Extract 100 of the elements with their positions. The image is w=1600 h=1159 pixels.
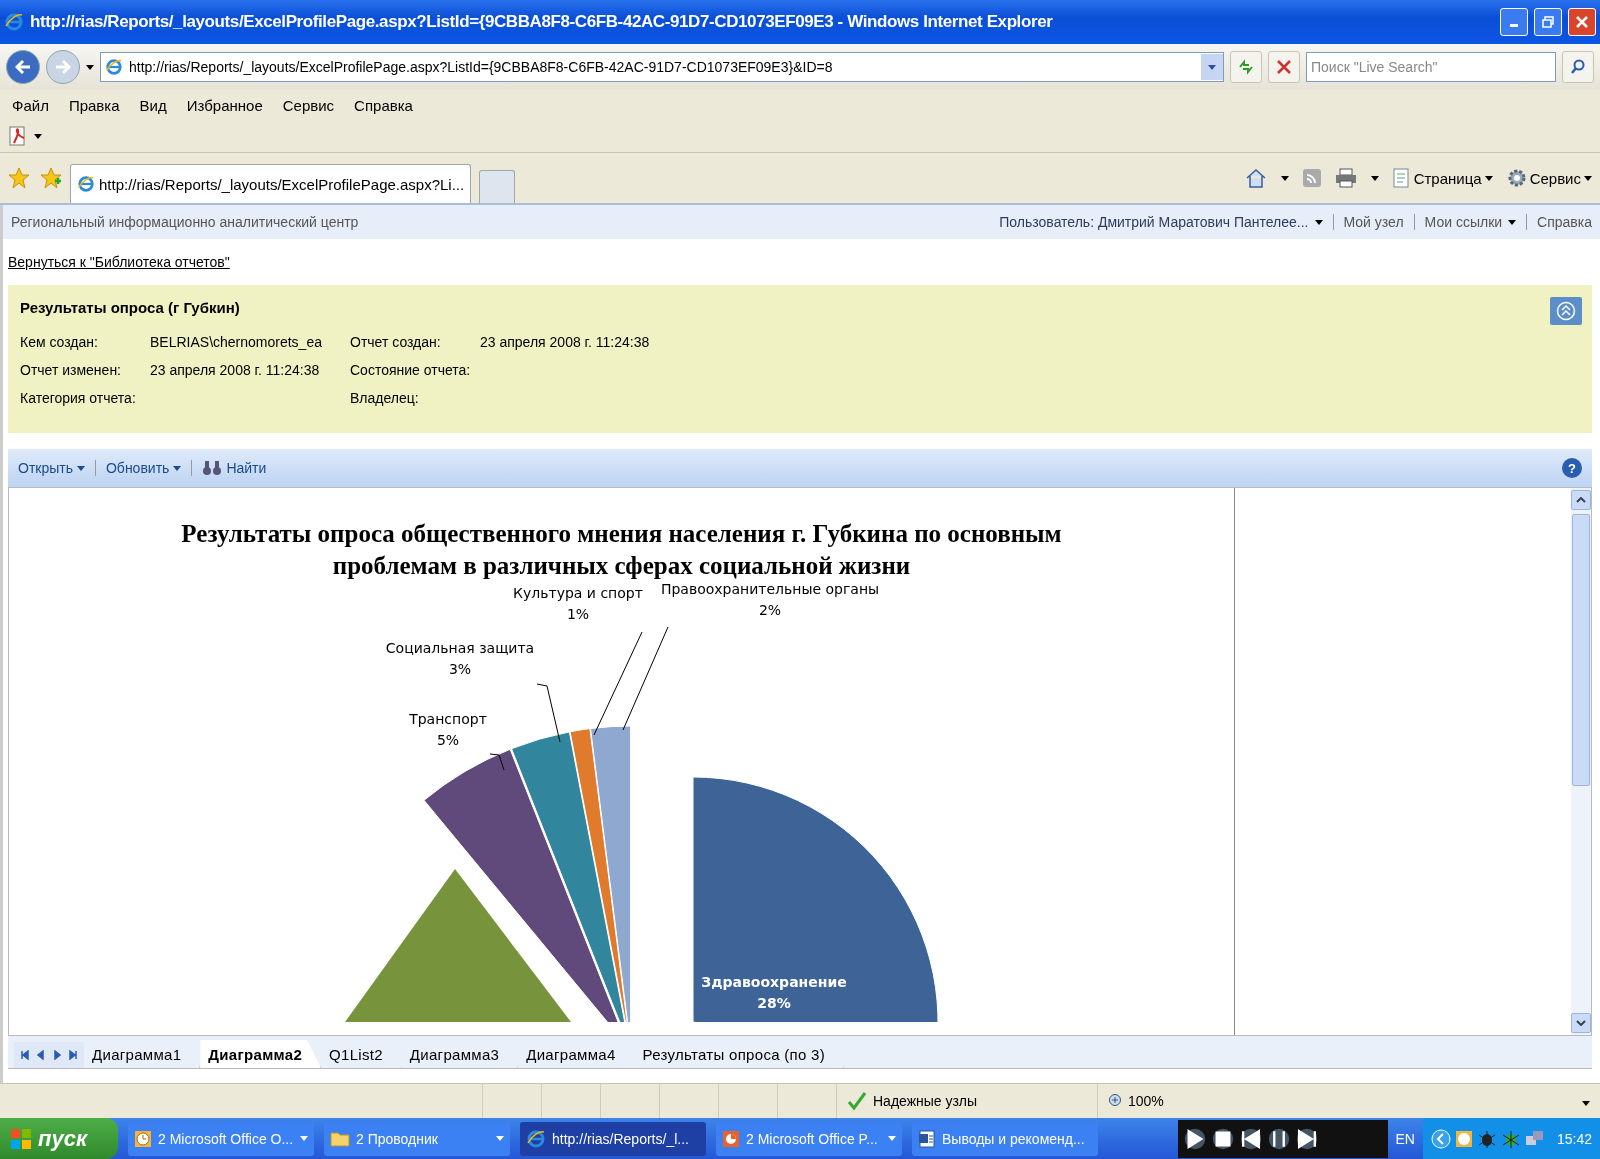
user-menu[interactable]: Пользователь: Дмитрий Маратович Пантелее... [999,214,1323,230]
slice-label: Транспорт [409,711,487,727]
menu-item[interactable]: Вид [139,96,167,114]
star-icon[interactable] [8,167,30,189]
close-button[interactable] [1568,8,1596,36]
printer-icon[interactable] [1334,168,1357,188]
toolbar-menu[interactable]: Найти [202,459,267,477]
toolbar-menu[interactable]: Обновить [106,460,182,476]
caret-icon [77,465,85,471]
top-link[interactable]: Мои ссылки [1424,214,1517,230]
caret-icon [34,133,42,139]
field-value: 23 апреля 2008 г. 11:24:38 [150,362,321,378]
slice-value: 1% [566,606,590,622]
sheet-nav-icon[interactable] [68,1050,78,1060]
caret-icon [496,1136,504,1141]
caret-icon [86,64,94,70]
top-link[interactable]: Мой узел [1343,214,1404,230]
collapse-button[interactable] [1550,297,1582,325]
folder-icon [330,1130,350,1147]
media-icon[interactable] [1239,1127,1262,1150]
leader-line [489,753,505,771]
caret-icon [1584,175,1592,181]
menu-item[interactable]: Избранное [186,96,263,114]
slice-label: Культура и спорт [513,585,643,601]
address-field[interactable]: http://rias/Reports/_layouts/ExcelProfilePage.aspx?ListId={9CBBA8F8-C6FB-42AC-91D7-CD1073EF09E3}&ID=8 [100,52,1224,82]
arrow-right-icon [55,60,71,74]
start-button[interactable]: пуск [0,1118,118,1159]
leader-line [536,683,561,743]
command-menu[interactable]: Страница [1392,168,1493,188]
taskbar-button[interactable]: Выводы и рекоменд... [912,1121,1098,1156]
restore-button[interactable] [1534,8,1562,36]
field-value: BELRIAS\chernomorets_ea [150,334,323,350]
browser-tab[interactable]: http://rias/Reports/_layouts/ExcelProfilePage.aspx?Li... [70,164,472,203]
caret-icon [1582,1101,1590,1106]
taskbar-button[interactable]: http://rias/Reports/_l... [520,1121,706,1156]
menu-item[interactable]: Файл [12,96,49,114]
field-label: Отчет изменен: [20,362,122,378]
search-field[interactable]: Поиск "Live Search" [1306,52,1556,82]
field-label: Состояние отчета: [350,362,472,378]
taskbar-button[interactable]: 2 Проводник [324,1121,510,1156]
help-button[interactable]: ? [1562,458,1582,478]
document-icon [918,1129,936,1148]
taskbar-button[interactable]: 2 Microsoft Office O... [128,1121,314,1156]
check-icon [847,1091,867,1111]
media-icon[interactable] [1183,1127,1206,1150]
caret-icon [1484,175,1493,181]
window-title: http://rias/Reports/_layouts/ExcelProfilePage.aspx?ListId={9CBBA8F8-C6FB-42AC-91D7-CD1073EF09E3 - Windows Internet Explorer [30,12,1054,32]
toolbar-menu[interactable]: Открыть [18,460,85,476]
binoculars-icon [202,459,223,477]
menu-item[interactable]: Сервис [282,96,335,114]
bug-icon[interactable] [1500,1129,1521,1148]
menu-item[interactable]: Справка [354,96,413,114]
page-icon [1392,168,1411,188]
sheet-nav-icon[interactable] [20,1050,30,1060]
minimize-button[interactable] [1500,8,1528,36]
media-icon[interactable] [1295,1127,1318,1150]
search-icon [1570,59,1586,75]
caret-icon [1370,175,1379,181]
top-link[interactable]: Справка [1537,214,1592,230]
media-icon[interactable] [1211,1127,1234,1150]
slice-value: 5% [436,732,460,748]
dropdown-button[interactable] [1201,54,1223,80]
close-icon [1277,60,1291,74]
home-icon[interactable] [1244,167,1267,189]
taskbar-button[interactable]: 2 Microsoft Office P... [716,1121,902,1156]
clock-icon [134,1129,152,1148]
field-label: Категория отчета: [20,390,137,406]
caret-icon [1280,175,1289,181]
sheet-tab[interactable]: Диаграмма2 [200,1040,322,1068]
scrollbar[interactable] [1571,488,1591,1035]
bug-icon[interactable] [1476,1129,1497,1148]
clock-icon[interactable] [1454,1129,1473,1148]
slice-value: 2% [758,602,782,618]
caret-icon [888,1136,896,1141]
refresh-icon [1237,59,1255,75]
media-controls[interactable] [1177,1119,1388,1158]
back-button[interactable] [6,50,40,84]
field-value: 23 апреля 2008 г. 11:24:38 [480,334,651,350]
language-indicator[interactable]: EN [1395,1130,1415,1147]
field-label: Владелец: [350,390,420,406]
e-logo-icon [77,175,95,193]
add-star-icon[interactable] [40,167,62,189]
report-title: Результаты опроса (г Губкин) [20,299,240,316]
menu-item[interactable]: Правка [68,96,120,114]
caret-icon [1508,219,1517,225]
chevron-down-icon [1576,1020,1586,1026]
chevron-icon[interactable] [1430,1128,1451,1149]
caret-icon [1314,219,1323,225]
chevron-up-icon [1576,497,1586,503]
arrow-left-icon [15,60,31,74]
media-icon[interactable] [1267,1127,1290,1150]
back-link[interactable]: Вернуться к "Библиотека отчетов" [8,254,230,270]
stop-button[interactable] [1268,51,1300,83]
restore-icon [1542,16,1554,28]
close-icon [1576,16,1588,28]
refresh-button[interactable] [1230,51,1262,83]
zoom-icon [1108,1093,1124,1109]
e-logo-icon [4,12,24,32]
search-button[interactable] [1562,51,1594,83]
command-menu[interactable]: Сервис [1506,168,1592,188]
